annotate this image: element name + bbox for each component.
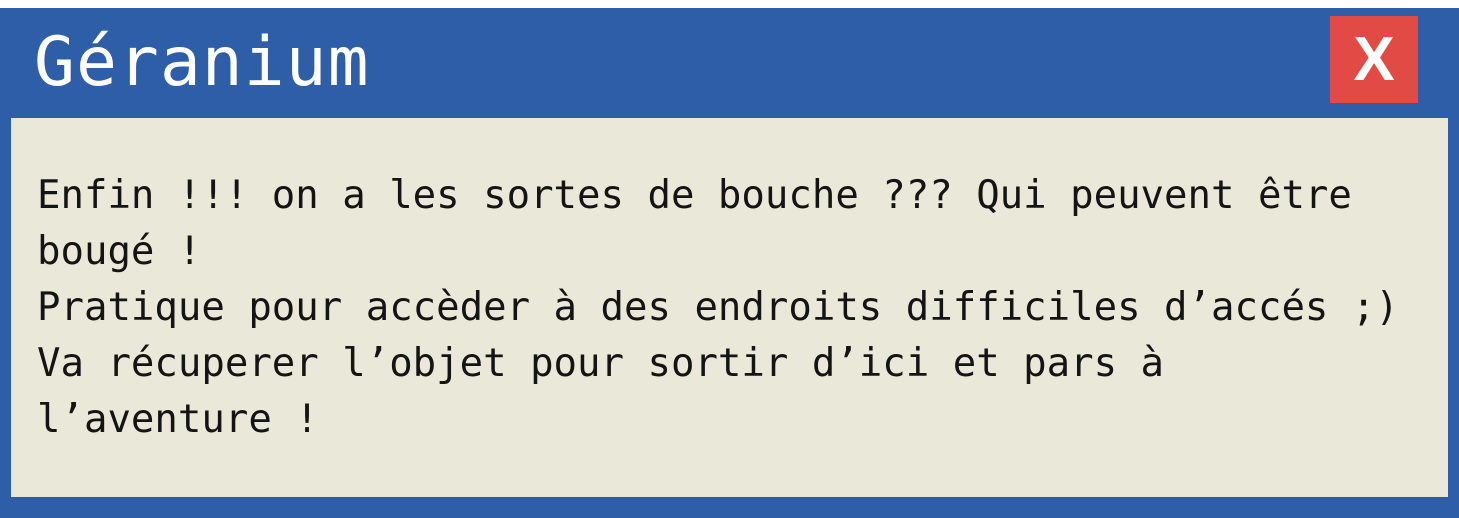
message-line: bougé ! (37, 229, 202, 274)
message-line: Pratique pour accèder à des endroits dif… (37, 285, 1399, 330)
dialog-title: Géranium (34, 23, 370, 102)
message-line: Va récuperer l’objet pour sortir d’ici e… (37, 341, 1165, 386)
dialog-body: Enfin !!! on a les sortes de bouche ??? … (11, 118, 1448, 497)
dialog-message: Enfin !!! on a les sortes de bouche ??? … (37, 168, 1442, 448)
dialog-window: Géranium X Enfin !!! on a les sortes de … (0, 8, 1459, 518)
message-line: Enfin !!! on a les sortes de bouche ??? … (37, 173, 1352, 218)
message-line: l’aventure ! (37, 397, 319, 442)
close-button[interactable]: X (1330, 16, 1418, 103)
